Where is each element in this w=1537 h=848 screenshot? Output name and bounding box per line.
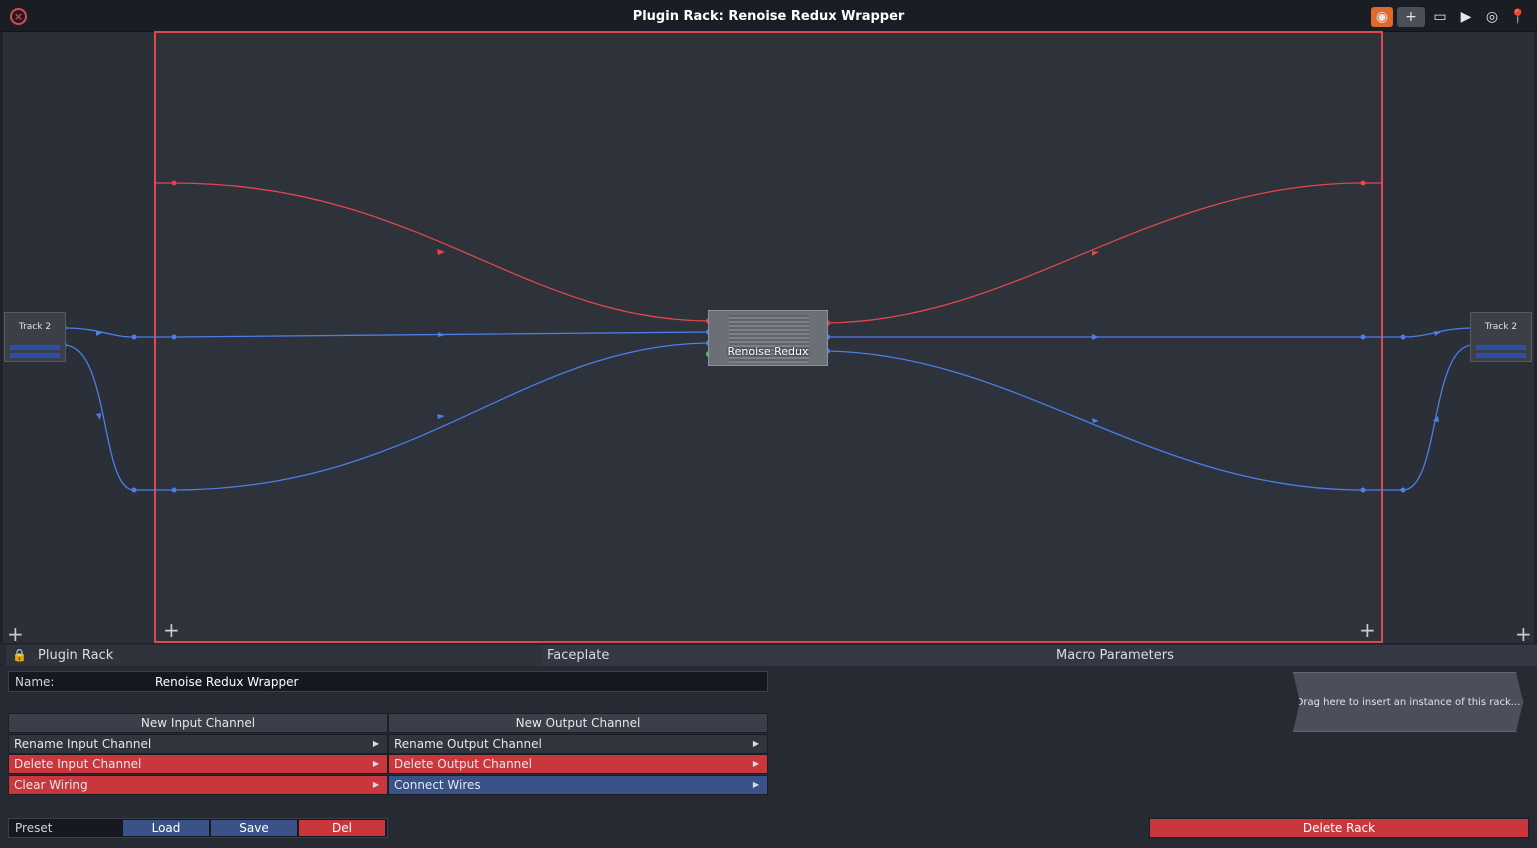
rename-output-channel-menu[interactable]: Rename Output Channel ▶ [388,734,768,754]
layout-icon[interactable]: ▭ [1429,7,1451,27]
add-input-plus-icon[interactable]: + [7,624,24,644]
window-title: Plugin Rack: Renoise Redux Wrapper [632,9,905,24]
panel-title: Plugin Rack [38,648,114,663]
new-input-channel-button[interactable]: New Input Channel [8,713,388,733]
add-output-plus-icon[interactable]: + [1515,624,1532,644]
tab-macro-parameters[interactable]: Macro Parameters [1056,648,1174,663]
plugin-node-renoise-redux[interactable]: Renoise Redux [708,310,828,366]
name-value[interactable]: Renoise Redux Wrapper [155,675,298,689]
add-rack-output-plus-icon[interactable]: + [1359,620,1376,640]
rack-properties-panel: 🔒 Plugin Rack Faceplate Macro Parameters… [0,644,1537,848]
input-track-label: Track 2 [18,322,52,332]
name-field[interactable]: Name: Renoise Redux Wrapper [8,671,768,692]
preset-save-button[interactable]: Save [211,820,297,836]
clear-wiring-label: Clear Wiring [14,778,88,792]
delete-input-channel-menu[interactable]: Delete Input Channel ▶ [8,754,388,774]
record-icon[interactable]: ◉ [1371,7,1393,27]
add-icon[interactable]: + [1397,7,1425,27]
new-output-channel-button[interactable]: New Output Channel [388,713,768,733]
name-label: Name: [15,675,55,689]
rename-output-channel-label: Rename Output Channel [394,737,542,751]
preset-row: Preset Load Save Del [8,818,388,838]
submenu-arrow-icon: ▶ [372,739,379,748]
rack-drag-zone[interactable]: Drag here to insert an instance of this … [1293,672,1523,732]
delete-rack-button[interactable]: Delete Rack [1149,818,1529,838]
panel-header: 🔒 Plugin Rack Faceplate Macro Parameters [6,645,1537,666]
title-bar: × Plugin Rack: Renoise Redux Wrapper ◉ +… [0,0,1537,32]
rename-input-channel-menu[interactable]: Rename Input Channel ▶ [8,734,388,754]
faceplate-label: Faceplate [547,648,610,663]
delete-output-channel-label: Delete Output Channel [394,757,533,771]
input-channel-bar [10,345,60,350]
tab-faceplate[interactable]: Faceplate [542,645,1537,666]
preset-delete-button[interactable]: Del [299,820,385,836]
preset-load-button[interactable]: Load [123,820,209,836]
title-toolbar: ◉ + ▭ ▶ ◎ 📍 [1371,7,1529,27]
lock-icon[interactable]: 🔒 [12,648,27,662]
submenu-arrow-icon: ▶ [752,739,759,748]
submenu-arrow-icon: ▶ [372,780,379,789]
output-track-node[interactable]: Track 2 [1470,312,1532,362]
submenu-arrow-icon: ▶ [752,780,759,789]
submenu-arrow-icon: ▶ [752,759,759,768]
delete-output-channel-menu[interactable]: Delete Output Channel ▶ [388,754,768,774]
delete-input-channel-label: Delete Input Channel [14,757,142,771]
forward-icon[interactable]: ▶ [1455,7,1477,27]
eye-icon[interactable]: ◎ [1481,7,1503,27]
connect-wires-menu[interactable]: Connect Wires ▶ [388,775,768,795]
plugin-label: Renoise Redux [727,345,809,358]
output-channel-bar [1476,345,1526,350]
input-channel-bar [10,353,60,358]
clear-wiring-menu[interactable]: Clear Wiring ▶ [8,775,388,795]
pin-icon[interactable]: 📍 [1507,7,1529,27]
rename-input-channel-label: Rename Input Channel [14,737,152,751]
input-track-node[interactable]: Track 2 [4,312,66,362]
submenu-arrow-icon: ▶ [372,759,379,768]
drag-hint-text: Drag here to insert an instance of this … [1295,696,1521,708]
preset-label: Preset [15,821,53,835]
add-rack-input-plus-icon[interactable]: + [163,620,180,640]
output-channel-bar [1476,353,1526,358]
output-track-label: Track 2 [1484,322,1518,332]
connect-wires-label: Connect Wires [394,778,481,792]
